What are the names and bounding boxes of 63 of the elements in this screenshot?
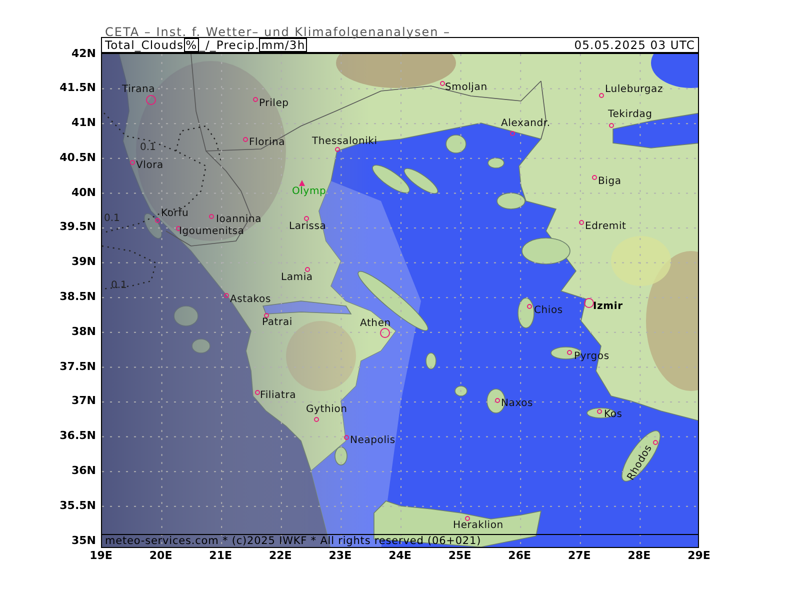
- contour-label: 0.1: [104, 213, 120, 225]
- latitude-label: 41.5N: [60, 81, 96, 94]
- longitude-label: 27E: [568, 549, 591, 562]
- place-label: Smoljan: [445, 82, 488, 94]
- longitude-label: 19E: [90, 549, 112, 562]
- latitude-label: 36N: [71, 464, 96, 477]
- latitude-label: 36.5N: [60, 429, 96, 442]
- longitude-label: 28E: [628, 549, 651, 562]
- place-label: Olymp: [292, 186, 326, 198]
- latitude-label: 39N: [71, 255, 96, 268]
- contour-label: 0.1: [140, 142, 156, 154]
- place-label: Igoumenitsa: [179, 226, 244, 238]
- place-label: Florina: [249, 137, 286, 149]
- latitude-label: 40N: [71, 186, 96, 199]
- field-label: _/_Precip.: [199, 38, 260, 52]
- latitude-label: 41N: [71, 116, 96, 130]
- place-label: Athen: [360, 318, 391, 330]
- place-label: Lamia: [281, 272, 313, 284]
- place-label: Filiatra: [260, 390, 296, 402]
- place-label: Neapolis: [350, 435, 396, 447]
- place-label: Izmir: [593, 301, 623, 313]
- header-title: CETA – Inst. f. Wetter– und Klimafolgenanalysen –: [105, 25, 451, 39]
- longitude-label: 26E: [508, 549, 531, 562]
- place-label: Thessaloniki: [312, 136, 378, 148]
- place-label: Prilep: [259, 98, 289, 110]
- place-label: Luleburgaz: [605, 84, 664, 96]
- triangle-icon: [299, 180, 305, 186]
- contour-label: 0.1: [111, 280, 127, 292]
- place-label: Vlora: [136, 160, 164, 172]
- forecast-time: 05.05.2025 03 UTC: [574, 38, 695, 52]
- unit-label: mm/3h: [259, 38, 308, 52]
- latitude-label: 40.5N: [60, 150, 96, 164]
- latitude-label: 42N: [71, 46, 96, 60]
- place-label: Biga: [598, 176, 622, 188]
- longitude-label: 29E: [688, 549, 710, 562]
- place-label: Edremit: [585, 221, 626, 233]
- place-label: Heraklion: [453, 520, 504, 532]
- copyright-text: meteo-services.com * (c)2025 IWKF * All rights reserved (06+021): [105, 535, 482, 547]
- place-label: Korfu: [161, 208, 189, 220]
- longitude-label: 20E: [149, 549, 172, 562]
- latitude-label: 38N: [71, 324, 96, 338]
- unit-label: %: [184, 38, 200, 52]
- latitude-label: 37.5N: [60, 360, 96, 373]
- field-label: Total_Clouds: [105, 38, 184, 52]
- longitude-label: 25E: [448, 549, 472, 562]
- place-label: Chios: [534, 305, 563, 317]
- place-label: Patrai: [262, 317, 292, 329]
- latitude-label: 39.5N: [60, 220, 96, 234]
- place-label: Tirana: [122, 84, 156, 96]
- place-label: Larissa: [289, 221, 326, 233]
- place-label: Ioannina: [216, 214, 262, 226]
- place-label: Gythion: [306, 404, 348, 416]
- longitude-label: 22E: [268, 549, 292, 562]
- place-label: Tekirdag: [608, 109, 652, 121]
- longitude-label: 23E: [328, 549, 352, 562]
- latitude-label: 37N: [71, 394, 96, 408]
- longitude-label: 21E: [209, 549, 232, 562]
- longitude-label: 24E: [388, 549, 412, 562]
- place-label: Astakos: [230, 294, 271, 306]
- latitude-label: 35N: [71, 534, 96, 547]
- latitude-label: 35.5N: [60, 498, 96, 512]
- latitude-label: 38.5N: [60, 290, 96, 304]
- place-label: Kos: [604, 409, 622, 421]
